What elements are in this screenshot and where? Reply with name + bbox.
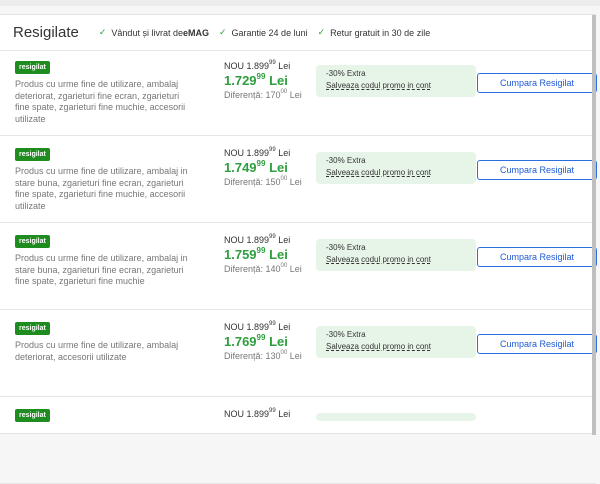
price-block: NOU 1.89999 Lei 1.74999 Lei Diferență: 1… — [224, 147, 314, 187]
buy-resealed-button[interactable]: Cumpara Resigilat — [477, 160, 597, 180]
resigilat-badge: resigilat — [15, 409, 50, 422]
offer-row: resigilat Produs cu urme fine de utiliza… — [0, 138, 597, 223]
feature-seller: ✓ Vândut și livrat de eMAG — [98, 27, 209, 38]
price-block: NOU 1.89999 Lei 1.76999 Lei Diferență: 1… — [224, 321, 314, 361]
promo-save-link[interactable]: Salveaza codul promo in cont — [326, 255, 466, 264]
panel-title: Resigilate — [13, 24, 79, 41]
buy-resealed-button[interactable]: Cumpara Resigilat — [477, 73, 597, 93]
offer-row: resigilat Produs cu urme fine de utiliza… — [0, 312, 597, 397]
promo-box: -30% Extra Salveaza codul promo in cont — [316, 152, 476, 184]
new-price-reference: NOU 1.89999 Lei — [224, 321, 291, 332]
buy-resealed-button[interactable]: Cumpara Resigilat — [477, 247, 597, 267]
new-price-reference: NOU 1.89999 Lei — [224, 234, 291, 245]
buy-resealed-button[interactable]: Cumpara Resigilat — [477, 334, 597, 354]
check-icon: ✓ — [98, 27, 107, 37]
promo-save-link[interactable]: Salveaza codul promo in cont — [326, 168, 466, 177]
promo-box: -30% Extra Salveaza codul promo in cont — [316, 239, 476, 271]
offer-description: Produs cu urme fine de utilizare, ambala… — [15, 340, 179, 362]
promo-extra: -30% Extra — [326, 243, 366, 252]
feature-return: ✓ Retur gratuit in 30 de zile — [317, 27, 431, 38]
scrollbar[interactable] — [592, 15, 596, 435]
price-difference: Diferență: 13000 Lei — [224, 350, 302, 361]
resigilat-badge: resigilat — [15, 235, 50, 248]
promo-box: -30% Extra Salveaza codul promo in cont — [316, 326, 476, 358]
promo-save-link[interactable]: Salveaza codul promo in cont — [326, 81, 466, 90]
price-block: NOU 1.89999 Lei — [224, 408, 314, 421]
price-difference: Diferență: 14000 Lei — [224, 263, 302, 274]
price-difference: Diferență: 15000 Lei — [224, 176, 302, 187]
price-difference: Diferență: 17000 Lei — [224, 89, 302, 100]
offer-row: resigilat Produs cu urme fine de utiliza… — [0, 51, 597, 136]
offer-description: Produs cu urme fine de utilizare, ambala… — [15, 79, 186, 124]
promo-box: -30% Extra Salveaza codul promo in cont — [316, 65, 476, 97]
promo-save-link[interactable]: Salveaza codul promo in cont — [326, 342, 466, 351]
feature-warranty: ✓ Garantie 24 de luni — [218, 27, 308, 38]
check-icon: ✓ — [317, 27, 326, 37]
new-price-reference: NOU 1.89999 Lei — [224, 408, 291, 419]
resealed-price: 1.74999 Lei — [224, 159, 288, 175]
offer-row: resigilat NOU 1.89999 Lei — [0, 399, 596, 484]
offer-row: resigilat Produs cu urme fine de utiliza… — [0, 225, 597, 310]
resealed-price: 1.72999 Lei — [224, 72, 288, 88]
offer-description: Produs cu urme fine de utilizare, ambala… — [15, 253, 188, 286]
check-icon: ✓ — [218, 27, 227, 37]
offer-description: Produs cu urme fine de utilizare, ambala… — [15, 166, 188, 211]
top-divider — [0, 0, 600, 6]
price-block: NOU 1.89999 Lei 1.72999 Lei Diferență: 1… — [224, 60, 314, 100]
resealed-panel: Resigilate ✓ Vândut și livrat de eMAG ✓ … — [0, 14, 597, 484]
panel-header: Resigilate ✓ Vândut și livrat de eMAG ✓ … — [0, 15, 595, 51]
new-price-reference: NOU 1.89999 Lei — [224, 147, 291, 158]
promo-box — [316, 413, 476, 421]
new-price-reference: NOU 1.89999 Lei — [224, 60, 291, 71]
resigilat-badge: resigilat — [15, 148, 50, 161]
promo-extra: -30% Extra — [326, 156, 366, 165]
resealed-price: 1.75999 Lei — [224, 246, 288, 262]
price-block: NOU 1.89999 Lei 1.75999 Lei Diferență: 1… — [224, 234, 314, 274]
resigilat-badge: resigilat — [15, 322, 50, 335]
resealed-price: 1.76999 Lei — [224, 333, 288, 349]
promo-extra: -30% Extra — [326, 69, 366, 78]
resigilat-badge: resigilat — [15, 61, 50, 74]
promo-extra: -30% Extra — [326, 330, 366, 339]
